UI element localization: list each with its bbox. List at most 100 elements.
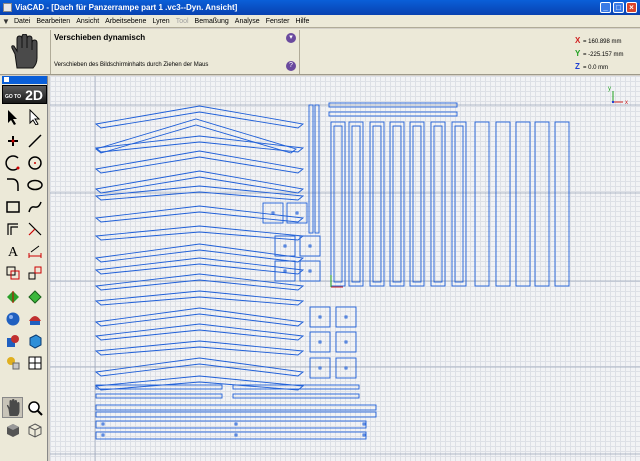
rectangle-icon[interactable] [2,196,23,217]
document-menu-icon[interactable]: ▼ [2,17,11,26]
text-icon[interactable]: A [2,240,23,261]
square-plate [274,260,296,282]
plate-hole [283,269,287,273]
z-coord-label: Z [575,62,580,71]
tall-panel-inner [392,125,402,283]
maximize-button[interactable]: □ [613,2,624,13]
tall-panel [409,121,425,287]
square-plate [335,357,357,379]
long-bar [95,431,367,440]
circle-icon[interactable] [24,152,45,173]
shell-icon[interactable] [24,308,45,329]
square-plate [335,306,357,328]
minimize-button[interactable]: _ [600,2,611,13]
tall-panel [515,121,531,287]
info-bar: Verschieben dynamisch ▾ Verschieben des … [0,29,640,75]
menu-bearbeiten[interactable]: Bearbeiten [33,18,73,25]
point-icon[interactable] [2,130,23,151]
box-icon[interactable] [24,330,45,351]
vertical-rail [308,104,314,234]
palette-grip[interactable] [2,76,47,84]
square-plate [299,235,321,257]
menu-datei[interactable]: Datei [11,18,33,25]
plate-hole [318,366,322,370]
tall-panel [554,121,570,287]
menu-lyren[interactable]: Lyren [149,18,172,25]
ellipse-icon[interactable] [24,174,45,195]
plate-hole [318,340,322,344]
shaded-view-icon[interactable] [2,419,23,440]
menu-arbeitsebene[interactable]: Arbeitsebene [102,18,149,25]
pattern-icon[interactable] [24,262,45,283]
bar-hole [234,422,238,426]
menu-analyse[interactable]: Analyse [232,18,263,25]
spline-icon[interactable] [24,196,45,217]
title-bar: ViaCAD - [Dach für Panzerrampe part 1 .v… [0,0,640,15]
zoom-icon[interactable] [24,397,45,418]
long-bar [95,404,377,411]
app-icon [3,3,12,12]
tall-panel [330,121,346,287]
command-panel: Verschieben dynamisch ▾ Verschieben des … [50,30,300,74]
select-arrow-icon[interactable] [2,106,23,127]
pan-tool-icon[interactable] [2,397,23,418]
tall-panel [369,121,385,287]
tall-panel [534,121,550,287]
trim-icon[interactable] [24,218,45,239]
rafter-part [94,170,305,194]
dimension-icon[interactable] [24,240,45,261]
tall-panel [495,121,511,287]
vertical-rail [314,104,320,234]
menu-tool[interactable]: Tool [173,18,192,25]
axis-triad-icon: x y [608,86,628,106]
arc-icon[interactable] [2,152,23,173]
menu-hilfe[interactable]: Hilfe [292,18,312,25]
boolean-icon[interactable] [2,330,23,351]
bar-hole [362,422,366,426]
plate-hole [344,340,348,344]
help-button[interactable]: ? [286,61,296,71]
drawing-canvas[interactable]: x y [50,76,640,461]
tall-panel [474,121,490,287]
tall-panel-inner [412,125,422,283]
goto-2d-button[interactable]: GO TO 2D [2,85,47,104]
square-plate [335,331,357,353]
rafter-part [94,375,305,391]
x-coord-value: = 160.898 mm [583,39,622,45]
extrude-icon[interactable] [2,286,23,307]
square-plate [309,306,331,328]
rafter-part [94,105,305,129]
rafter-part [94,273,305,291]
goto-label: GO TO [5,94,22,100]
plate-hole [271,211,275,215]
offset-icon[interactable] [2,218,23,239]
command-dropdown-button[interactable]: ▾ [286,33,296,43]
menu-ansicht[interactable]: Ansicht [73,18,102,25]
fillet-icon[interactable] [2,174,23,195]
line-icon[interactable] [24,130,45,151]
horizontal-bar [328,111,458,117]
cad-drawing: x y [50,76,640,461]
tall-panel-inner [372,125,382,283]
menu-fenster[interactable]: Fenster [263,18,293,25]
bar-hole [101,433,105,437]
tall-panel-inner [333,125,343,283]
view-grid-icon[interactable] [24,352,45,373]
menu-bemassung[interactable]: Bemaßung [192,18,232,25]
revolve-icon[interactable] [24,286,45,307]
sphere-icon[interactable] [2,308,23,329]
select-outline-icon[interactable] [24,106,45,127]
window-title: ViaCAD - [Dach für Panzerrampe part 1 .v… [15,3,238,12]
close-button[interactable]: × [626,2,637,13]
rafter-part [94,323,305,341]
command-title: Verschieben dynamisch [54,33,146,42]
render-icon[interactable] [2,352,23,373]
transform-icon[interactable] [2,262,23,283]
long-bar [95,420,367,429]
tall-panel-inner [351,125,361,283]
rafter-part [94,135,305,153]
wireframe-view-icon[interactable] [24,419,45,440]
bar-hole [362,433,366,437]
square-plate [309,331,331,353]
tall-panel [389,121,405,287]
